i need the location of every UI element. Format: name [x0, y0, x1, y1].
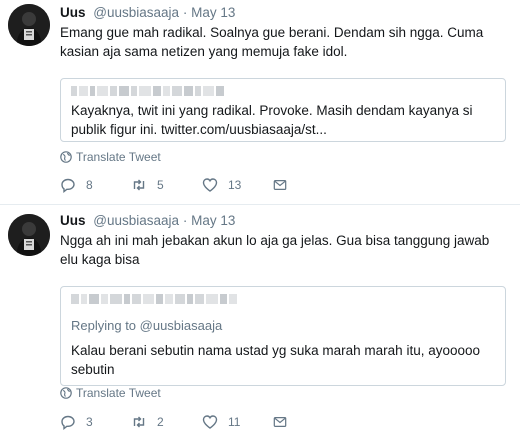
retweet-icon	[133, 416, 145, 428]
retweet-count: 5	[157, 178, 164, 192]
globe-icon	[60, 387, 72, 399]
translate-tweet-link[interactable]: Translate Tweet	[60, 386, 161, 400]
reply-count: 3	[86, 415, 93, 429]
display-name[interactable]: Uus	[60, 5, 86, 20]
retweet-button[interactable]: 2	[131, 414, 202, 430]
replying-to[interactable]: Replying to @uusbiasaaja	[71, 318, 222, 333]
blurred-author	[71, 294, 237, 304]
direct-message-icon	[273, 180, 287, 190]
translate-tweet-link[interactable]: Translate Tweet	[60, 150, 161, 164]
separator: ·	[182, 5, 188, 20]
quoted-tweet-text: Kayaknya, twit ini yang radikal. Provoke…	[71, 103, 473, 137]
retweet-button[interactable]: 5	[131, 177, 202, 193]
tweet-date[interactable]: May 13	[191, 213, 235, 228]
reply-icon	[61, 415, 75, 430]
tweet-text: Emang gue mah radikal. Soalnya gue beran…	[60, 25, 484, 59]
translate-label: Translate Tweet	[76, 386, 161, 400]
reply-count: 8	[86, 178, 93, 192]
display-name[interactable]: Uus	[60, 213, 86, 228]
translate-label: Translate Tweet	[76, 150, 161, 164]
separator: ·	[182, 213, 188, 228]
tweet-header: Uus @uusbiasaaja · May 13	[60, 4, 508, 22]
quoted-tweet[interactable]: Replying to @uusbiasaaja Kalau berani se…	[60, 286, 506, 386]
tweet-text: Ngga ah ini mah jebakan akun lo aja ga j…	[60, 233, 490, 267]
like-count: 13	[228, 178, 242, 192]
username[interactable]: @uusbiasaaja	[93, 5, 179, 20]
direct-message-button[interactable]	[273, 414, 297, 430]
tweet-date[interactable]: May 13	[191, 5, 235, 20]
tweet[interactable]: Uus @uusbiasaaja · May 13 Emang gue mah …	[0, 0, 520, 205]
username[interactable]: @uusbiasaaja	[93, 213, 179, 228]
like-button[interactable]: 13	[202, 177, 273, 193]
quoted-tweet[interactable]: Kayaknya, twit ini yang radikal. Provoke…	[60, 78, 506, 142]
tweet-actions: 8 5 13	[60, 177, 297, 193]
globe-icon	[60, 151, 72, 163]
retweet-icon	[133, 179, 145, 191]
direct-message-icon	[273, 417, 287, 427]
like-button[interactable]: 11	[202, 414, 273, 430]
tweet[interactable]: Uus @uusbiasaaja · May 13 Ngga ah ini ma…	[0, 206, 520, 435]
retweet-count: 2	[157, 415, 164, 429]
like-count: 11	[228, 415, 241, 429]
direct-message-button[interactable]	[273, 177, 297, 193]
avatar[interactable]	[8, 214, 50, 256]
reply-button[interactable]: 3	[60, 414, 131, 430]
like-icon	[202, 415, 218, 429]
tweet-header: Uus @uusbiasaaja · May 13	[60, 212, 508, 230]
reply-icon	[61, 178, 75, 193]
blurred-author	[71, 86, 224, 96]
like-icon	[202, 178, 218, 192]
tweet-actions: 3 2 11	[60, 414, 297, 430]
quoted-tweet-text: Kalau berani sebutin nama ustad yg suka …	[71, 343, 481, 377]
reply-button[interactable]: 8	[60, 177, 131, 193]
avatar[interactable]	[8, 4, 50, 46]
